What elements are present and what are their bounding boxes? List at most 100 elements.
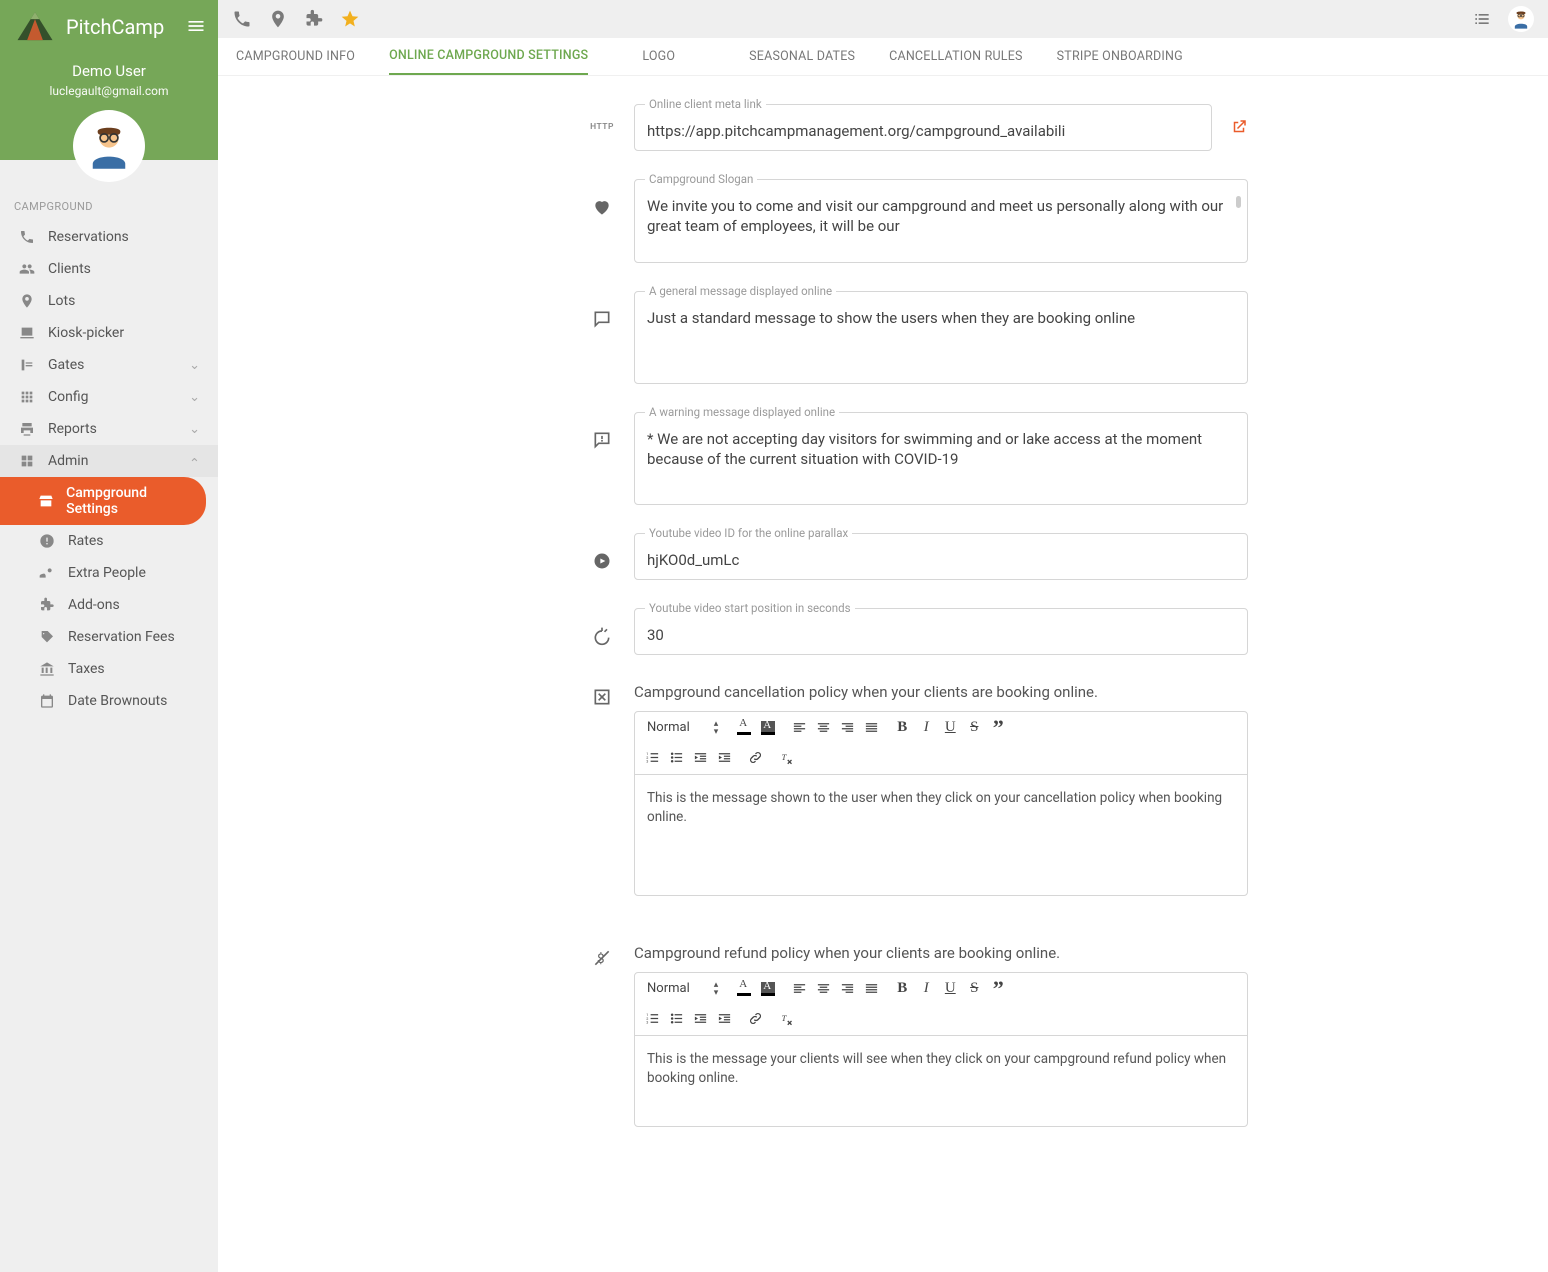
- subnav-addons[interactable]: Add-ons: [0, 589, 218, 621]
- user-avatar[interactable]: [75, 112, 143, 180]
- general-message-input[interactable]: Just a standard message to show the user…: [647, 308, 1235, 369]
- tab-seasonal-dates[interactable]: SEASONAL DATES: [749, 39, 855, 74]
- subnav-campground-settings[interactable]: Campground Settings: [0, 477, 206, 525]
- phone-icon[interactable]: [232, 9, 252, 29]
- tab-campground-info[interactable]: CAMPGROUND INFO: [236, 39, 355, 74]
- align-center-button[interactable]: [814, 719, 832, 737]
- svg-text:T: T: [781, 1013, 787, 1023]
- align-center-button[interactable]: [814, 980, 832, 998]
- nav-reservations[interactable]: Reservations: [0, 221, 218, 253]
- chevron-up-icon: ⌄: [189, 454, 200, 469]
- editor-toolbar: Normal▴▾ B I U: [635, 973, 1247, 1036]
- strikethrough-button[interactable]: S: [965, 719, 983, 737]
- cancellation-policy-body[interactable]: This is the message shown to the user wh…: [635, 775, 1247, 895]
- refund-policy-label: Campground refund policy when your clien…: [634, 944, 1248, 962]
- list-icon[interactable]: [1472, 9, 1492, 29]
- star-icon[interactable]: [340, 9, 360, 29]
- subnav-label: Taxes: [68, 661, 105, 677]
- ordered-list-button[interactable]: 123: [643, 749, 661, 767]
- align-right-button[interactable]: [838, 980, 856, 998]
- nav-config[interactable]: Config ⌄: [0, 381, 218, 413]
- indent-button[interactable]: [715, 749, 733, 767]
- ordered-list-button[interactable]: 123: [643, 1010, 661, 1028]
- link-button[interactable]: [746, 749, 764, 767]
- clear-format-button[interactable]: T: [777, 1010, 795, 1028]
- slogan-input[interactable]: We invite you to come and visit our camp…: [647, 196, 1235, 237]
- blockquote-button[interactable]: [989, 719, 1007, 737]
- align-left-button[interactable]: [790, 980, 808, 998]
- text-color-button[interactable]: [735, 719, 753, 737]
- subnav-date-brownouts[interactable]: Date Brownouts: [0, 685, 218, 717]
- grid-icon: [18, 389, 36, 405]
- bullet-list-button[interactable]: [667, 1010, 685, 1028]
- text-color-button[interactable]: [735, 980, 753, 998]
- italic-button[interactable]: I: [917, 980, 935, 998]
- bank-icon: [38, 661, 56, 677]
- tab-cancellation-rules[interactable]: CANCELLATION RULES: [889, 39, 1023, 74]
- tag-icon: [38, 629, 56, 645]
- bg-color-button[interactable]: [759, 980, 777, 998]
- field-label: A warning message displayed online: [645, 405, 839, 419]
- cancel-icon: [588, 683, 616, 707]
- heading-picker[interactable]: Normal▴▾: [643, 979, 722, 999]
- user-email: luclegault@gmail.com: [14, 84, 204, 98]
- subnav-reservation-fees[interactable]: Reservation Fees: [0, 621, 218, 653]
- subnav-label: Rates: [68, 533, 103, 549]
- align-justify-button[interactable]: [862, 719, 880, 737]
- align-right-button[interactable]: [838, 719, 856, 737]
- topbar-avatar[interactable]: [1508, 6, 1534, 32]
- meta-link-input[interactable]: [647, 122, 1199, 140]
- nav-admin[interactable]: Admin ⌄: [0, 445, 218, 477]
- subnav-rates[interactable]: Rates: [0, 525, 218, 557]
- outdent-button[interactable]: [691, 749, 709, 767]
- nav-clients[interactable]: Clients: [0, 253, 218, 285]
- underline-button[interactable]: U: [941, 980, 959, 998]
- extension-icon[interactable]: [304, 9, 324, 29]
- align-left-button[interactable]: [790, 719, 808, 737]
- clear-format-button[interactable]: T: [777, 749, 795, 767]
- scrollbar-thumb[interactable]: [1236, 196, 1241, 208]
- strikethrough-button[interactable]: S: [965, 980, 983, 998]
- subnav-label: Reservation Fees: [68, 629, 175, 645]
- subnav-taxes[interactable]: Taxes: [0, 653, 218, 685]
- tab-stripe-onboarding[interactable]: STRIPE ONBOARDING: [1057, 39, 1183, 74]
- blockquote-button[interactable]: [989, 980, 1007, 998]
- rates-icon: [38, 533, 56, 549]
- tab-logo[interactable]: LOGO: [642, 39, 675, 74]
- align-justify-button[interactable]: [862, 980, 880, 998]
- store-icon: [38, 493, 54, 509]
- refund-policy-body[interactable]: This is the message your clients will se…: [635, 1036, 1247, 1126]
- subnav-extra-people[interactable]: Extra People: [0, 557, 218, 589]
- nav-gates[interactable]: Gates ⌄: [0, 349, 218, 381]
- indent-button[interactable]: [715, 1010, 733, 1028]
- bold-button[interactable]: B: [893, 980, 911, 998]
- link-button[interactable]: [746, 1010, 764, 1028]
- subnav-label: Extra People: [68, 565, 146, 581]
- nav-lots[interactable]: Lots: [0, 285, 218, 317]
- nav-reports[interactable]: Reports ⌄: [0, 413, 218, 445]
- outdent-button[interactable]: [691, 1010, 709, 1028]
- youtube-start-input[interactable]: [647, 626, 1235, 644]
- italic-button[interactable]: I: [917, 719, 935, 737]
- heading-picker[interactable]: Normal▴▾: [643, 718, 722, 738]
- location-icon[interactable]: [268, 9, 288, 29]
- nav-kiosk[interactable]: Kiosk-picker: [0, 317, 218, 349]
- main: CAMPGROUND INFO ONLINE CAMPGROUND SETTIN…: [218, 0, 1548, 1272]
- youtube-id-input[interactable]: [647, 551, 1235, 569]
- cancellation-policy-label: Campground cancellation policy when your…: [634, 683, 1248, 701]
- bg-color-button[interactable]: [759, 719, 777, 737]
- nav-label: Admin: [48, 453, 88, 469]
- open-link-icon[interactable]: [1230, 104, 1248, 140]
- people-icon: [18, 261, 36, 277]
- tab-online-settings[interactable]: ONLINE CAMPGROUND SETTINGS: [389, 38, 588, 75]
- brand-name: PitchCamp: [66, 15, 164, 39]
- timer-icon: [588, 608, 616, 646]
- menu-toggle-icon[interactable]: [186, 16, 206, 40]
- svg-text:3: 3: [646, 1021, 648, 1025]
- bullet-list-button[interactable]: [667, 749, 685, 767]
- bold-button[interactable]: B: [893, 719, 911, 737]
- refund-policy-editor: Normal▴▾ B I U: [634, 972, 1248, 1127]
- warning-message-input[interactable]: * We are not accepting day visitors for …: [647, 429, 1235, 490]
- underline-button[interactable]: U: [941, 719, 959, 737]
- svg-text:3: 3: [646, 760, 648, 764]
